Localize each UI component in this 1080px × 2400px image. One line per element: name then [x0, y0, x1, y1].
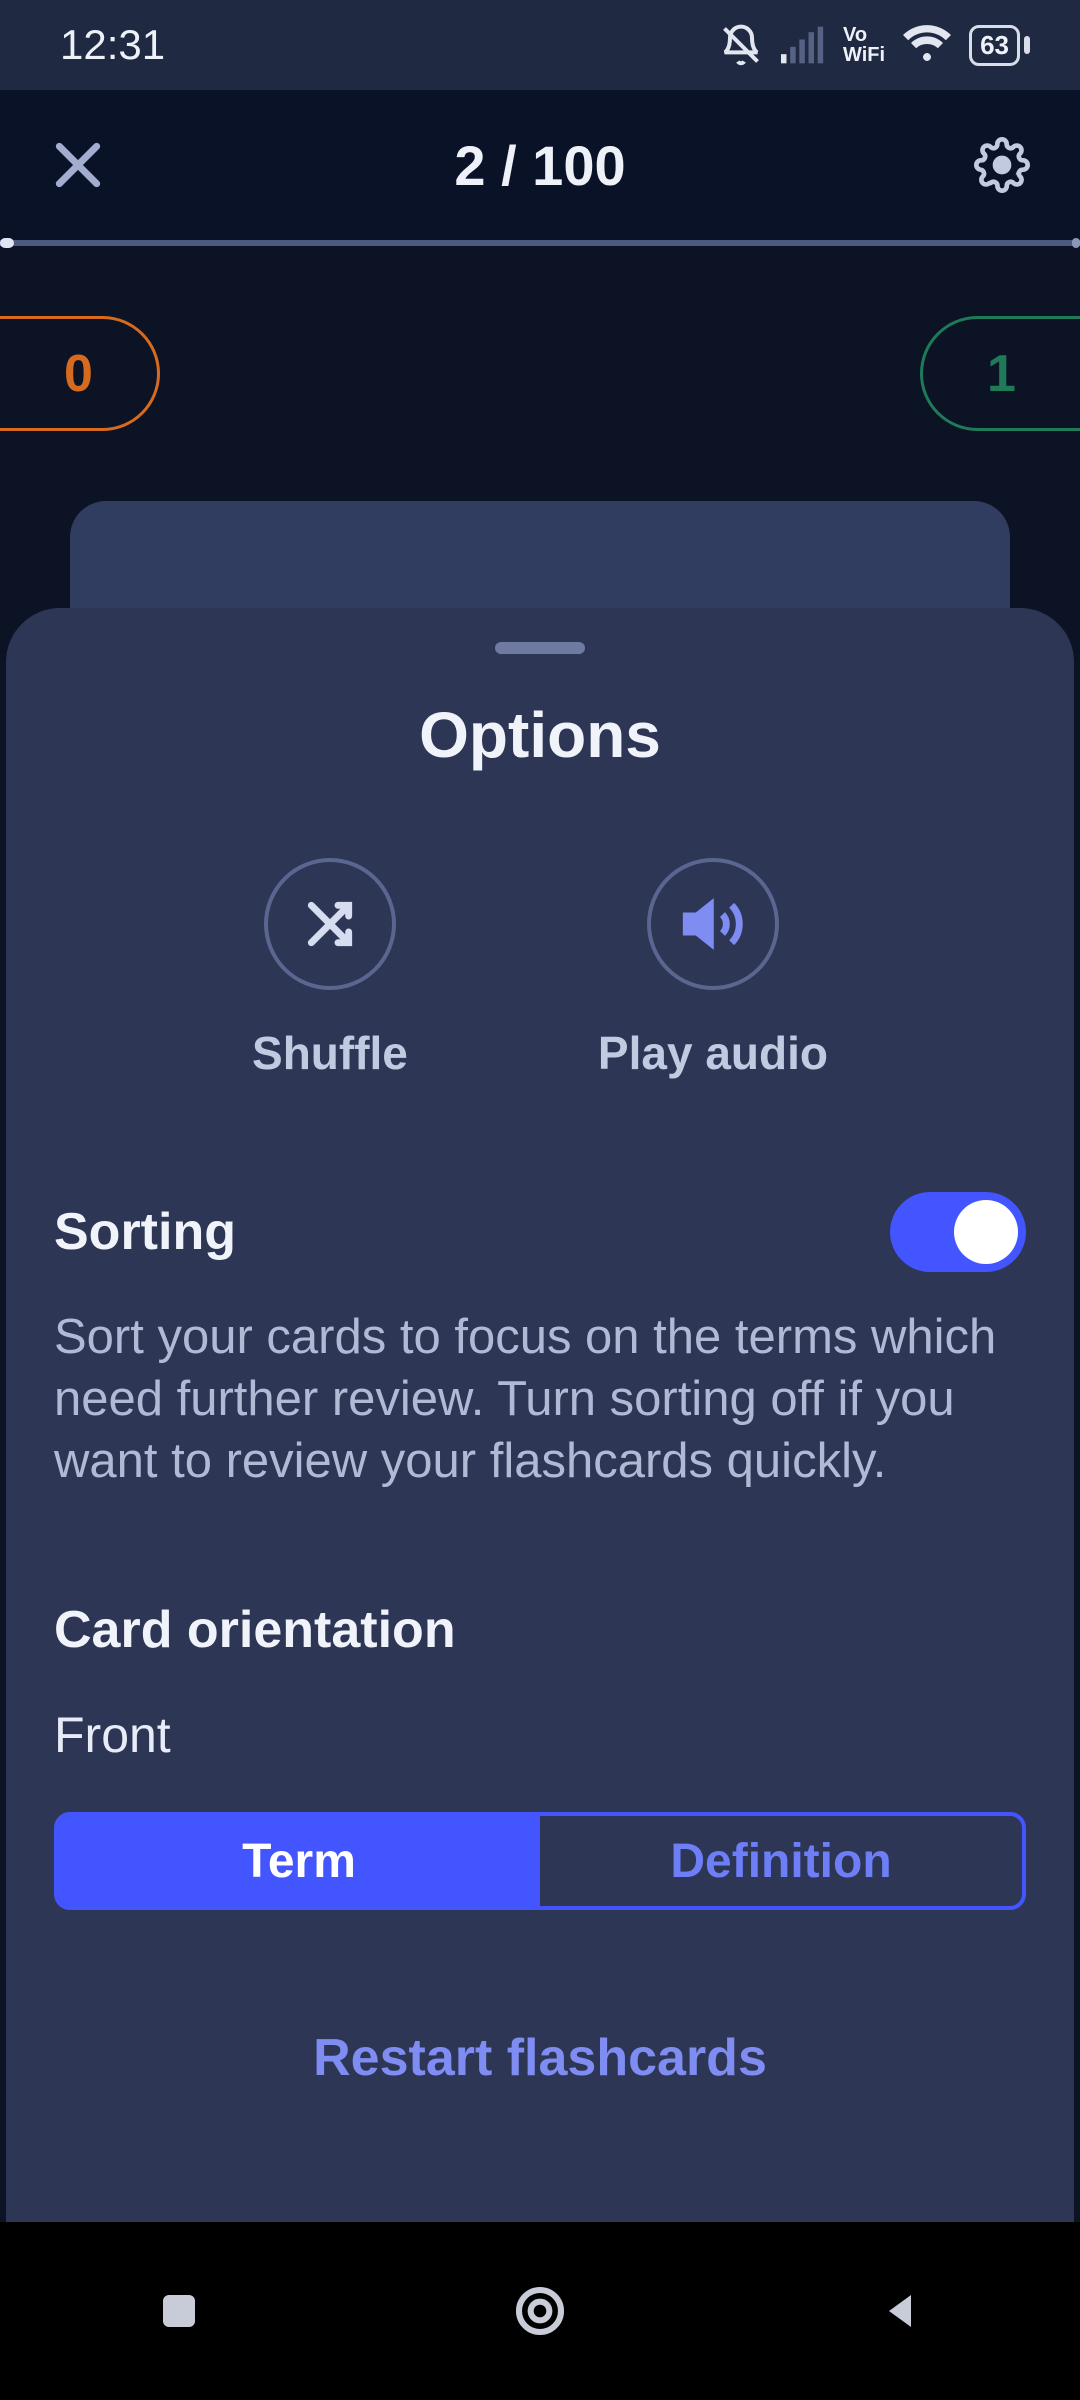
card-orientation-heading: Card orientation [54, 1600, 1026, 1660]
status-indicators: VoWiFi 63 [719, 23, 1030, 67]
shuffle-icon [298, 892, 362, 956]
shuffle-option[interactable]: Shuffle [252, 858, 408, 1080]
progress-fill [0, 238, 14, 248]
progress-counter: 2 / 100 [454, 133, 625, 198]
recents-button[interactable] [155, 2287, 203, 2335]
play-audio-label: Play audio [598, 1026, 828, 1080]
toggle-knob [954, 1200, 1018, 1264]
back-button[interactable] [877, 2287, 925, 2335]
score-left-pill: 0 [0, 316, 160, 431]
signal-icon [781, 25, 825, 65]
status-time: 12:31 [60, 21, 165, 69]
quick-options-row: Shuffle Play audio [54, 858, 1026, 1080]
wifi-icon [903, 25, 951, 65]
status-bar: 12:31 VoWiFi 63 [0, 0, 1080, 90]
sorting-toggle[interactable] [890, 1192, 1026, 1272]
home-button[interactable] [512, 2283, 568, 2339]
gear-icon[interactable] [974, 137, 1030, 193]
sorting-description: Sort your cards to focus on the terms wh… [54, 1306, 1026, 1492]
restart-label: Restart flashcards [313, 2029, 767, 2087]
play-audio-icon [681, 892, 745, 956]
close-icon[interactable] [50, 137, 106, 193]
sorting-heading: Sorting [54, 1202, 236, 1262]
battery-pct: 63 [980, 30, 1009, 61]
definition-button[interactable]: Definition [540, 1816, 1022, 1906]
orientation-segmented: Term Definition [54, 1812, 1026, 1910]
score-row: 0 1 [0, 316, 1080, 431]
options-sheet: Options Shuffle Play audio Sorting [6, 608, 1074, 2222]
sheet-grabber[interactable] [495, 642, 585, 654]
battery-icon: 63 [969, 25, 1020, 66]
system-nav-bar [0, 2222, 1080, 2400]
shuffle-label: Shuffle [252, 1026, 408, 1080]
definition-label: Definition [670, 1834, 891, 1889]
term-button[interactable]: Term [58, 1816, 540, 1906]
play-audio-option[interactable]: Play audio [598, 858, 828, 1080]
term-label: Term [242, 1834, 356, 1889]
front-label: Front [54, 1706, 1026, 1764]
score-right-value: 1 [987, 344, 1016, 404]
vowifi-icon: VoWiFi [843, 25, 885, 65]
app-header: 2 / 100 [0, 90, 1080, 240]
mute-icon [719, 23, 763, 67]
sheet-title: Options [54, 698, 1026, 772]
restart-flashcards-button[interactable]: Restart flashcards [54, 2028, 1026, 2088]
progress-bar [0, 240, 1080, 246]
score-right-pill: 1 [920, 316, 1080, 431]
sorting-row: Sorting [54, 1192, 1026, 1272]
score-left-value: 0 [64, 344, 93, 404]
